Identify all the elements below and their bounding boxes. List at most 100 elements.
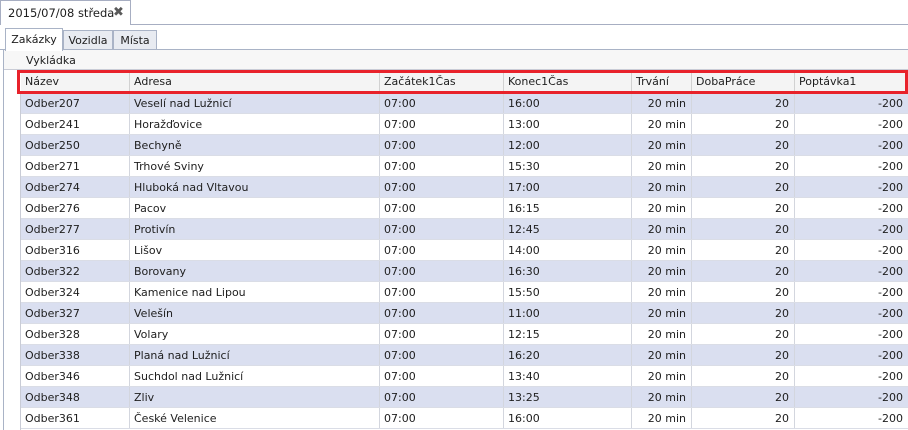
- cell-konec1cas[interactable]: 15:50: [504, 282, 632, 302]
- cell-adresa[interactable]: Velešín: [130, 303, 380, 323]
- cell-zacatek1cas[interactable]: 07:00: [380, 219, 504, 239]
- cell-poptavka1[interactable]: -200: [795, 345, 908, 365]
- cell-adresa[interactable]: Kamenice nad Lipou: [130, 282, 380, 302]
- close-icon[interactable]: ✖: [113, 5, 124, 20]
- cell-dobaprace[interactable]: 20: [692, 282, 795, 302]
- cell-nazev[interactable]: Odber346: [21, 366, 130, 386]
- cell-adresa[interactable]: Suchdol nad Lužnicí: [130, 366, 380, 386]
- table-row[interactable]: Odber338 Planá nad Lužnicí 07:00 16:20 20 mi…: [21, 345, 908, 366]
- column-header-zacatek1cas[interactable]: Začátek1Čas: [380, 72, 504, 93]
- cell-poptavka1[interactable]: -200: [795, 198, 908, 218]
- tab-mista[interactable]: Místa: [113, 30, 157, 51]
- cell-trvani[interactable]: 20 min: [632, 303, 692, 323]
- cell-konec1cas[interactable]: 16:20: [504, 345, 632, 365]
- cell-nazev[interactable]: Odber271: [21, 156, 130, 176]
- cell-konec1cas[interactable]: 13:00: [504, 114, 632, 134]
- table-row[interactable]: Odber322 Borovany 07:00 16:30 20 min 20 -200: [21, 261, 908, 282]
- cell-trvani[interactable]: 20 min: [632, 282, 692, 302]
- cell-adresa[interactable]: Volary: [130, 324, 380, 344]
- cell-konec1cas[interactable]: 14:00: [504, 240, 632, 260]
- tab-vozidla[interactable]: Vozidla: [63, 30, 113, 51]
- cell-trvani[interactable]: 20 min: [632, 93, 692, 113]
- cell-trvani[interactable]: 20 min: [632, 261, 692, 281]
- cell-zacatek1cas[interactable]: 07:00: [380, 282, 504, 302]
- cell-trvani[interactable]: 20 min: [632, 366, 692, 386]
- column-header-nazev[interactable]: Název: [21, 72, 130, 93]
- cell-nazev[interactable]: Odber361: [21, 408, 130, 428]
- cell-dobaprace[interactable]: 20: [692, 114, 795, 134]
- cell-poptavka1[interactable]: -200: [795, 156, 908, 176]
- table-row[interactable]: Odber346 Suchdol nad Lužnicí 07:00 13:40 20 …: [21, 366, 908, 387]
- cell-nazev[interactable]: Odber274: [21, 177, 130, 197]
- cell-zacatek1cas[interactable]: 07:00: [380, 345, 504, 365]
- cell-adresa[interactable]: Protivín: [130, 219, 380, 239]
- column-header-konec1cas[interactable]: Konec1Čas: [504, 72, 632, 93]
- cell-nazev[interactable]: Odber324: [21, 282, 130, 302]
- cell-nazev[interactable]: Odber348: [21, 387, 130, 407]
- cell-nazev[interactable]: Odber277: [21, 219, 130, 239]
- cell-dobaprace[interactable]: 20: [692, 261, 795, 281]
- cell-poptavka1[interactable]: -200: [795, 366, 908, 386]
- cell-nazev[interactable]: Odber328: [21, 324, 130, 344]
- cell-zacatek1cas[interactable]: 07:00: [380, 114, 504, 134]
- cell-adresa[interactable]: Horažďovice: [130, 114, 380, 134]
- cell-konec1cas[interactable]: 11:00: [504, 303, 632, 323]
- cell-trvani[interactable]: 20 min: [632, 219, 692, 239]
- cell-trvani[interactable]: 20 min: [632, 156, 692, 176]
- cell-adresa[interactable]: Trhové Sviny: [130, 156, 380, 176]
- table-row[interactable]: Odber277 Protivín 07:00 12:45 20 min 20 -200: [21, 219, 908, 240]
- cell-trvani[interactable]: 20 min: [632, 408, 692, 428]
- cell-zacatek1cas[interactable]: 07:00: [380, 198, 504, 218]
- cell-nazev[interactable]: Odber338: [21, 345, 130, 365]
- cell-konec1cas[interactable]: 13:40: [504, 366, 632, 386]
- cell-poptavka1[interactable]: -200: [795, 93, 908, 113]
- cell-zacatek1cas[interactable]: 07:00: [380, 261, 504, 281]
- cell-trvani[interactable]: 20 min: [632, 114, 692, 134]
- column-header-dobaprace[interactable]: DobaPráce: [692, 72, 795, 93]
- cell-zacatek1cas[interactable]: 07:00: [380, 135, 504, 155]
- cell-nazev[interactable]: Odber327: [21, 303, 130, 323]
- cell-poptavka1[interactable]: -200: [795, 240, 908, 260]
- column-header-poptavka1[interactable]: Poptávka1: [795, 72, 908, 93]
- cell-nazev[interactable]: Odber316: [21, 240, 130, 260]
- cell-konec1cas[interactable]: 16:30: [504, 261, 632, 281]
- cell-dobaprace[interactable]: 20: [692, 408, 795, 428]
- cell-zacatek1cas[interactable]: 07:00: [380, 240, 504, 260]
- cell-poptavka1[interactable]: -200: [795, 408, 908, 428]
- table-row[interactable]: Odber316 Lišov 07:00 14:00 20 min 20 -200: [21, 240, 908, 261]
- cell-konec1cas[interactable]: 13:25: [504, 387, 632, 407]
- cell-dobaprace[interactable]: 20: [692, 366, 795, 386]
- cell-trvani[interactable]: 20 min: [632, 198, 692, 218]
- cell-adresa[interactable]: Zliv: [130, 387, 380, 407]
- cell-dobaprace[interactable]: 20: [692, 219, 795, 239]
- cell-poptavka1[interactable]: -200: [795, 261, 908, 281]
- group-row[interactable]: Vykládka: [4, 50, 908, 70]
- column-header-trvani[interactable]: Trvání: [632, 72, 692, 93]
- table-row[interactable]: Odber241 Horažďovice 07:00 13:00 20 min 20 -20…: [21, 114, 908, 135]
- table-row[interactable]: Odber324 Kamenice nad Lipou 07:00 15:50 20 m…: [21, 282, 908, 303]
- cell-nazev[interactable]: Odber276: [21, 198, 130, 218]
- document-tab[interactable]: 2015/07/08 středa ✖: [0, 0, 131, 25]
- cell-zacatek1cas[interactable]: 07:00: [380, 156, 504, 176]
- column-header-adresa[interactable]: Adresa: [130, 72, 380, 93]
- cell-zacatek1cas[interactable]: 07:00: [380, 408, 504, 428]
- cell-poptavka1[interactable]: -200: [795, 303, 908, 323]
- cell-zacatek1cas[interactable]: 07:00: [380, 93, 504, 113]
- cell-dobaprace[interactable]: 20: [692, 387, 795, 407]
- cell-dobaprace[interactable]: 20: [692, 198, 795, 218]
- cell-poptavka1[interactable]: -200: [795, 135, 908, 155]
- cell-konec1cas[interactable]: 16:15: [504, 198, 632, 218]
- table-row[interactable]: Odber271 Trhové Sviny 07:00 15:30 20 min 20 -2…: [21, 156, 908, 177]
- table-row[interactable]: Odber250 Bechyně 07:00 12:00 20 min 20 -200: [21, 135, 908, 156]
- cell-poptavka1[interactable]: -200: [795, 114, 908, 134]
- cell-dobaprace[interactable]: 20: [692, 324, 795, 344]
- cell-konec1cas[interactable]: 12:00: [504, 135, 632, 155]
- cell-trvani[interactable]: 20 min: [632, 135, 692, 155]
- cell-konec1cas[interactable]: 15:30: [504, 156, 632, 176]
- cell-poptavka1[interactable]: -200: [795, 219, 908, 239]
- cell-zacatek1cas[interactable]: 07:00: [380, 177, 504, 197]
- cell-adresa[interactable]: Hluboká nad Vltavou: [130, 177, 380, 197]
- cell-trvani[interactable]: 20 min: [632, 177, 692, 197]
- cell-nazev[interactable]: Odber322: [21, 261, 130, 281]
- cell-nazev[interactable]: Odber241: [21, 114, 130, 134]
